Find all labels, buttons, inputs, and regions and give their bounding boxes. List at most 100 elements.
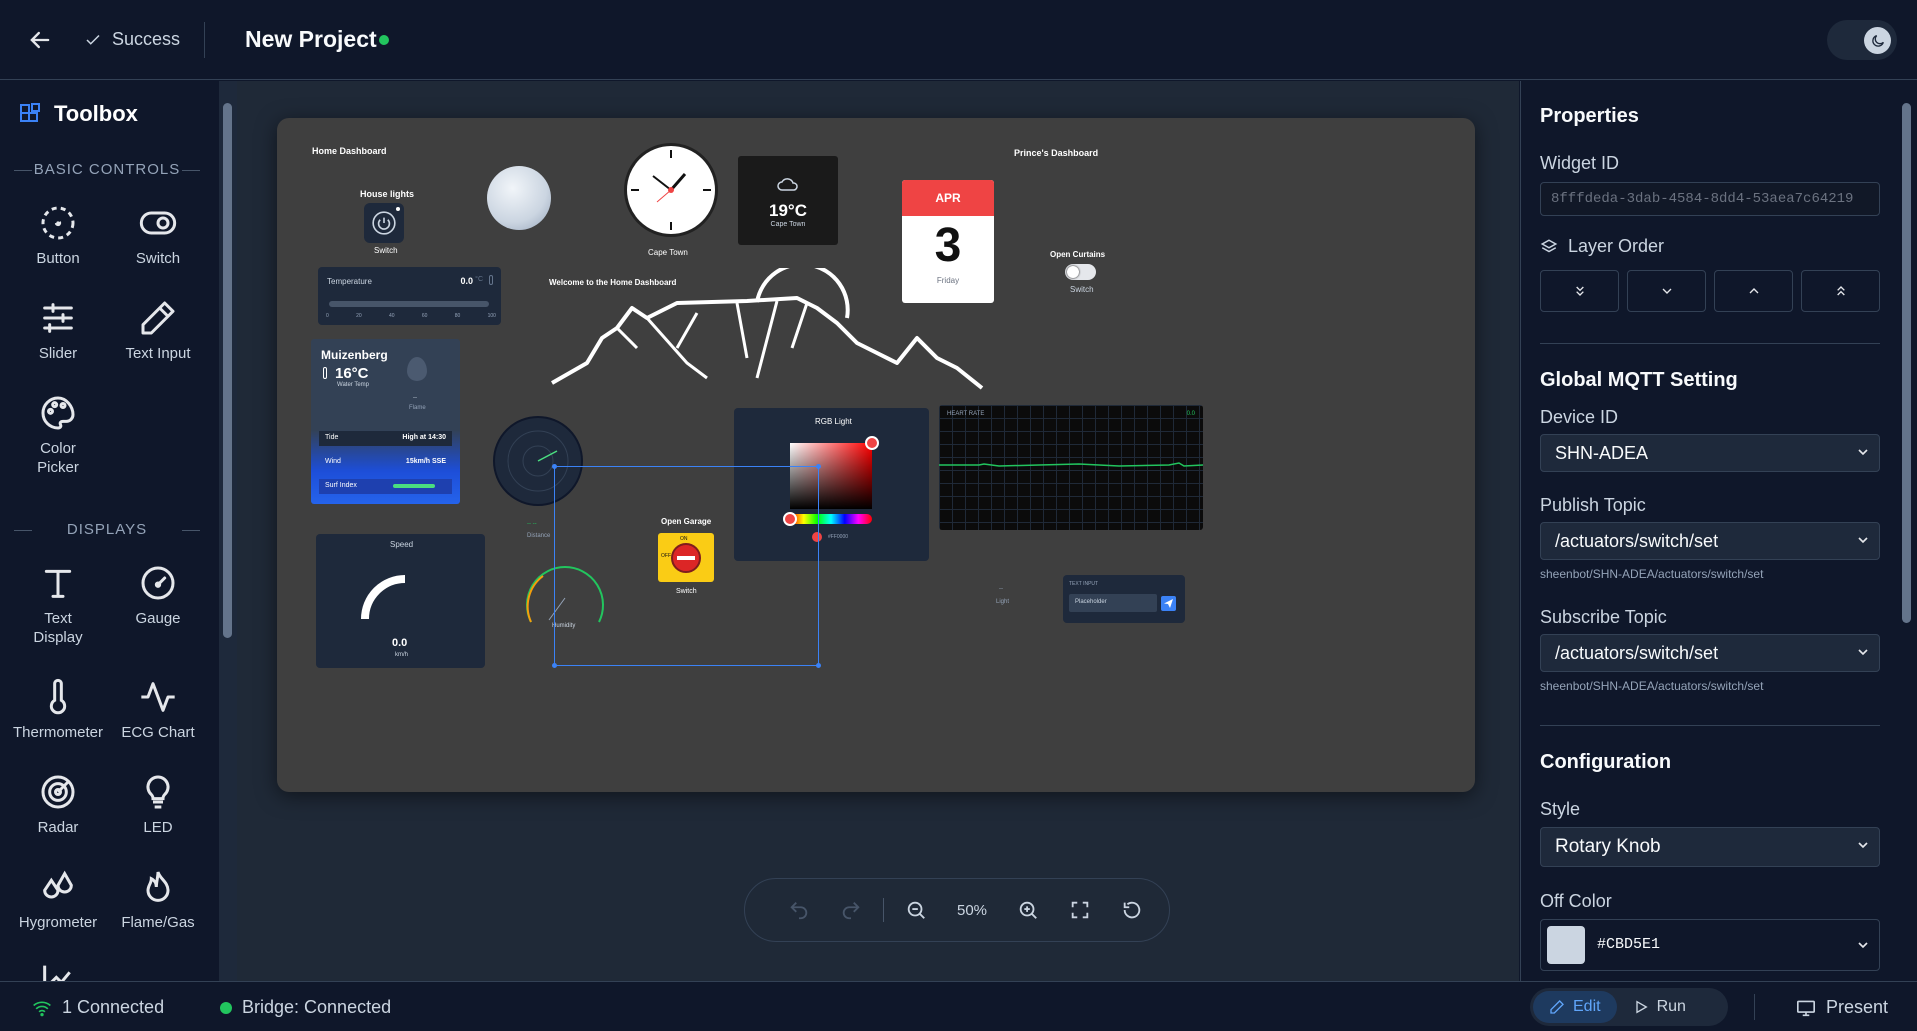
- bring-to-front-button[interactable]: [1801, 270, 1880, 312]
- switch-icon: [139, 211, 177, 235]
- gauge-icon: [141, 566, 175, 600]
- tool-flame-gas[interactable]: Flame/Gas: [108, 867, 208, 932]
- publish-topic-value: /actuators/switch/set: [1555, 531, 1719, 551]
- wifi-icon: [33, 1001, 51, 1016]
- divider: [204, 22, 205, 58]
- weather-widget[interactable]: 19°C Cape Town: [738, 156, 838, 245]
- tool-switch[interactable]: Switch: [108, 203, 208, 268]
- undo-icon[interactable]: [773, 890, 825, 930]
- chevrons-down-icon: [1575, 286, 1584, 296]
- send-to-back-button[interactable]: [1540, 270, 1619, 312]
- scrollbar-thumb[interactable]: [1902, 103, 1911, 623]
- wind-value: 15km/h SSE: [405, 458, 446, 465]
- princes-dashboard-label[interactable]: Prince's Dashboard: [1014, 148, 1098, 158]
- resize-handle[interactable]: [552, 663, 557, 668]
- subscribe-topic-select[interactable]: /actuators/switch/set: [1540, 634, 1880, 672]
- zoom-out-icon[interactable]: [890, 890, 942, 930]
- tool-color-picker[interactable]: Color Picker: [8, 393, 108, 477]
- home-dashboard-label[interactable]: Home Dashboard: [312, 146, 387, 156]
- table-mountain-drawing[interactable]: [547, 268, 987, 393]
- zoom-level[interactable]: 50%: [942, 902, 1002, 919]
- edit-mode-button[interactable]: Edit: [1533, 991, 1617, 1023]
- tool-hygrometer[interactable]: Hygrometer: [8, 867, 108, 932]
- off-color-value: #CBD5E1: [1597, 936, 1661, 953]
- temperature-label: Temperature: [327, 277, 372, 286]
- muizenberg-widget[interactable]: Muizenberg 16°C Water Temp -- Flame Tide…: [311, 339, 460, 504]
- tool-text-input[interactable]: Text Input: [108, 298, 208, 363]
- surf-row: Surf Index: [319, 479, 452, 494]
- resize-handle[interactable]: [816, 464, 821, 469]
- status-bar: 1 Connected Bridge: Connected Edit Run P…: [0, 981, 1917, 1031]
- fit-screen-icon[interactable]: [1054, 890, 1106, 930]
- light-value: --: [999, 586, 1003, 592]
- back-arrow-icon[interactable]: [26, 26, 54, 54]
- toolbox-panel: Toolbox BASIC CONTROLS Button Switch Sli…: [0, 81, 217, 981]
- theme-toggle[interactable]: [1827, 20, 1897, 60]
- muizenberg-title: Muizenberg: [321, 348, 388, 362]
- connections-label: 1 Connected: [62, 997, 165, 1017]
- tool-thermometer[interactable]: Thermometer: [8, 677, 108, 742]
- tool-radar[interactable]: Radar: [8, 772, 108, 837]
- save-status-label: Success: [112, 29, 181, 49]
- wind-row: Wind 15km/h SSE: [319, 455, 452, 470]
- tool-slider[interactable]: Slider: [8, 298, 108, 363]
- off-color-select[interactable]: #CBD5E1: [1540, 919, 1880, 971]
- device-id-select[interactable]: SHN-ADEA: [1540, 434, 1880, 472]
- toolbox-scrollbar[interactable]: [219, 81, 237, 981]
- zoom-in-icon[interactable]: [1002, 890, 1054, 930]
- monitor-icon: [1797, 1000, 1815, 1016]
- selection-box[interactable]: [552, 464, 821, 668]
- clock-widget[interactable]: [624, 143, 718, 237]
- resize-handle[interactable]: [816, 663, 821, 668]
- pencil-icon: [1550, 1000, 1564, 1014]
- text-input-field[interactable]: Placeholder: [1069, 594, 1157, 612]
- subscribe-topic-full: sheenbot/SHN-ADEA/actuators/switch/set: [1540, 679, 1764, 693]
- tool-button[interactable]: Button: [8, 203, 108, 268]
- connections-status[interactable]: 1 Connected: [32, 997, 164, 1018]
- resize-handle[interactable]: [552, 464, 557, 469]
- dashboard-canvas[interactable]: Home Dashboard House lights Switch Cape …: [277, 118, 1475, 792]
- bring-forward-button[interactable]: [1714, 270, 1793, 312]
- speed-label: Speed: [390, 540, 414, 549]
- tool-ecg-chart[interactable]: ECG Chart: [108, 677, 208, 742]
- open-curtains-caption: Switch: [1070, 285, 1094, 294]
- widget-id-field[interactable]: 8fffdeda-3dab-4584-8dd4-53aea7c64219: [1540, 182, 1880, 216]
- rgb-title: RGB Light: [815, 417, 852, 426]
- send-icon[interactable]: [1161, 596, 1176, 611]
- redo-icon[interactable]: [825, 890, 877, 930]
- design-workspace[interactable]: Home Dashboard House lights Switch Cape …: [237, 81, 1519, 981]
- mode-switcher: Edit Run: [1530, 988, 1728, 1026]
- properties-scrollbar[interactable]: [1897, 81, 1917, 981]
- tool-gauge[interactable]: Gauge: [108, 563, 208, 628]
- surf-label: Surf Index: [325, 482, 357, 489]
- speed-gauge-widget[interactable]: Speed 0.0 km/h: [316, 534, 485, 668]
- project-title[interactable]: New Project: [245, 26, 377, 53]
- section-displays: DISPLAYS: [14, 521, 200, 538]
- open-curtains-label[interactable]: Open Curtains: [1050, 250, 1105, 259]
- present-button[interactable]: Present: [1796, 997, 1888, 1018]
- scrollbar-thumb[interactable]: [223, 103, 232, 638]
- thermometer-icon: [49, 678, 67, 715]
- flame-icon: [146, 871, 170, 902]
- run-mode-button[interactable]: Run: [1617, 991, 1702, 1023]
- reset-icon[interactable]: [1106, 890, 1158, 930]
- color-picker-handle[interactable]: [865, 436, 879, 450]
- open-curtains-switch[interactable]: [1065, 264, 1096, 280]
- divider: [1540, 343, 1880, 344]
- temperature-slider-widget[interactable]: Temperature 0.0 °C 0 20 40 60 80 100: [318, 267, 501, 325]
- project-status-dot: [379, 35, 389, 45]
- tool-more[interactable]: [8, 959, 108, 981]
- droplets-icon: [43, 870, 73, 899]
- text-input-widget[interactable]: TEXT INPUT Placeholder: [1063, 575, 1185, 623]
- moon-widget[interactable]: [487, 166, 551, 230]
- mqtt-title: Global MQTT Setting: [1540, 369, 1738, 391]
- publish-topic-select[interactable]: /actuators/switch/set: [1540, 522, 1880, 560]
- house-lights-label[interactable]: House lights: [360, 189, 414, 199]
- temperature-slider-track[interactable]: [329, 301, 489, 307]
- send-backward-button[interactable]: [1627, 270, 1706, 312]
- tool-led[interactable]: LED: [108, 772, 208, 837]
- tool-text-display[interactable]: Text Display: [8, 563, 108, 647]
- style-select[interactable]: Rotary Knob: [1540, 827, 1880, 867]
- ecg-chart-widget[interactable]: HEART RATE 0.0: [939, 405, 1203, 530]
- house-lights-knob[interactable]: [364, 203, 404, 243]
